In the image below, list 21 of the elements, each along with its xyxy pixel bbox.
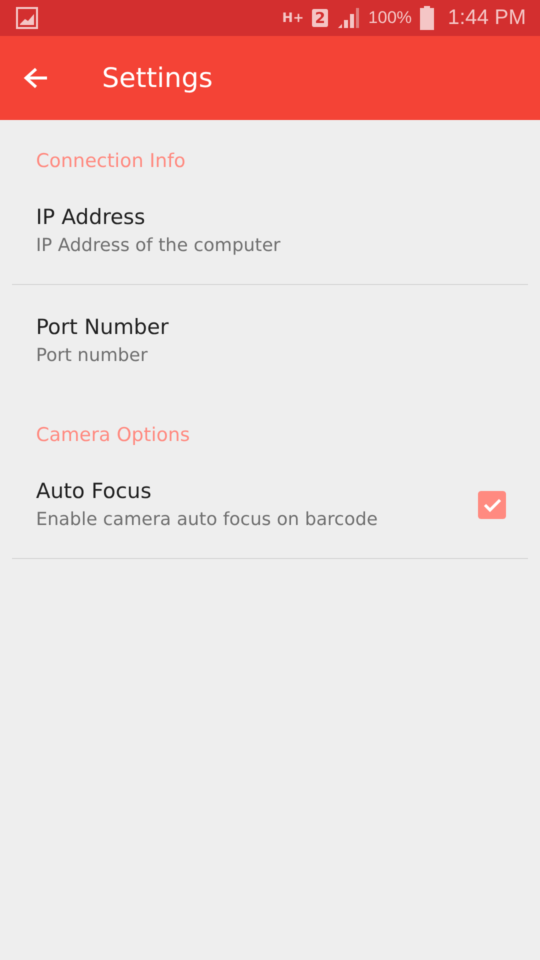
back-arrow-icon bbox=[23, 66, 49, 90]
checkbox[interactable] bbox=[478, 491, 506, 519]
signal-icon bbox=[336, 6, 360, 30]
screen-title: Settings bbox=[102, 62, 213, 94]
section-header: Camera Options bbox=[35, 423, 191, 448]
sim-badge: 2 bbox=[312, 9, 328, 27]
preference-summary: Enable camera auto focus on barcode bbox=[36, 508, 379, 532]
gallery-icon bbox=[16, 7, 38, 29]
battery-percent: 100% bbox=[368, 8, 412, 28]
battery-icon bbox=[420, 6, 434, 30]
preference-item[interactable]: Port Number Port number bbox=[0, 285, 540, 394]
preference-title: Port Number bbox=[36, 314, 170, 341]
preference-summary: Port number bbox=[36, 344, 149, 368]
preference-item[interactable]: Auto Focus Enable camera auto focus on barcode bbox=[0, 449, 540, 558]
preference-title: Auto Focus bbox=[36, 478, 152, 505]
preference-title: IP Address bbox=[36, 204, 146, 231]
network-type: H+ bbox=[282, 10, 304, 26]
status-time: 1:44 PM bbox=[448, 6, 526, 30]
section-header: Connection Info bbox=[35, 149, 187, 174]
preference-item[interactable]: IP Address IP Address of the computer bbox=[0, 175, 540, 284]
preference-summary: IP Address of the computer bbox=[36, 234, 282, 258]
